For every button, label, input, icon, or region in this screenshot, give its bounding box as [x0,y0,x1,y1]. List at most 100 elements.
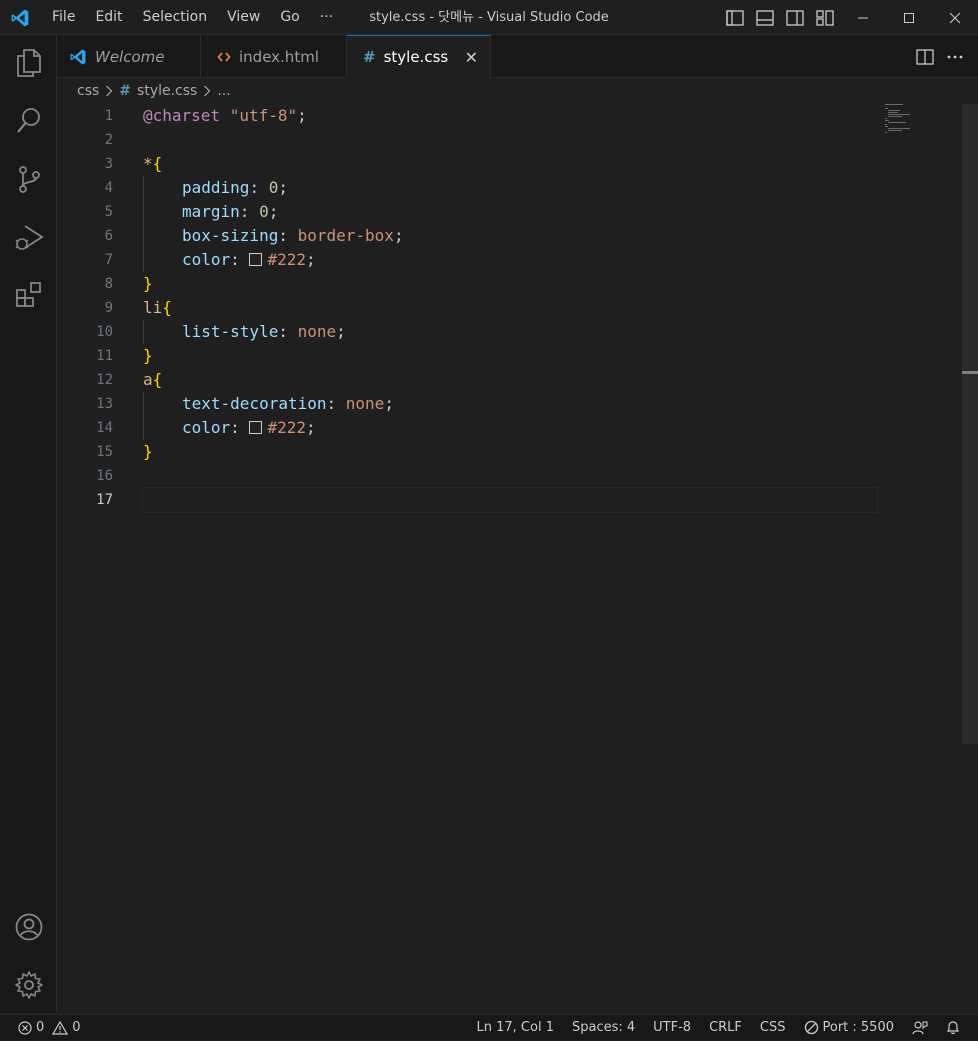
explorer-button[interactable] [0,39,57,87]
line-number: 14 [96,420,113,436]
extensions-button[interactable] [0,271,57,319]
code-line: } [143,346,153,365]
menu-file[interactable]: File [42,0,85,35]
line-number: 3 [104,156,113,172]
run-debug-button[interactable] [0,213,57,261]
account-icon [15,913,42,941]
feedback-icon [912,1021,928,1035]
close-window-button[interactable] [932,0,978,35]
line-number: 8 [104,276,113,292]
code-line: color: #222; [143,248,877,272]
bell-icon [946,1021,960,1035]
line-number: 10 [96,324,113,340]
source-control-button[interactable] [0,155,57,203]
vertical-scrollbar[interactable] [962,104,978,744]
vscode-logo-icon [11,9,29,27]
line-number: 17 [96,492,113,508]
layout-sidebar-right-icon [786,9,804,26]
scrollbar-cursor-marker [962,371,978,374]
code-line: } [143,274,153,293]
code-line: padding: 0; [143,176,877,200]
code-line: color: #222; [143,416,877,440]
toggle-secondary-sidebar-button[interactable] [780,0,810,35]
menu-edit[interactable]: Edit [85,0,132,35]
notifications-button[interactable] [937,1015,978,1041]
maximize-icon [904,12,914,23]
code-content[interactable]: @charset "utf-8"; *{ padding: 0; margin:… [142,104,878,513]
line-number: 12 [96,372,113,388]
minimize-icon [858,17,868,18]
activity-bar [0,35,57,1013]
encoding[interactable]: UTF-8 [644,1015,700,1041]
more-actions-icon[interactable] [946,49,964,65]
menu-more[interactable]: ··· [310,0,343,35]
code-line: text-decoration: none; [143,392,877,416]
warning-icon [52,1020,69,1035]
tab-index-html[interactable]: index.html [201,35,347,78]
tab-label: index.html [239,47,319,66]
error-count: 0 [36,1020,45,1035]
breadcrumb-file[interactable]: style.css [137,83,197,99]
line-number: 16 [96,468,113,484]
layout-customize-icon [816,9,834,26]
line-number: 11 [96,348,113,364]
gear-icon [14,971,43,999]
warning-count: 0 [72,1020,81,1035]
circle-slash-icon [804,1020,818,1035]
breadcrumb: css # style.css ... [57,78,978,104]
status-bar: 0 0 Ln 17, Col 1 Spaces: 4 UTF-8 CRLF CS… [0,1014,978,1040]
toggle-panel-button[interactable] [750,0,780,35]
line-number: 2 [104,132,113,148]
title-bar: File Edit Selection View Go ··· style.cs… [0,0,978,35]
breadcrumb-more[interactable]: ... [217,83,230,99]
title-controls [720,0,978,35]
minimize-button[interactable] [840,0,886,35]
menu-view[interactable]: View [217,0,270,35]
chevron-right-icon [204,85,211,97]
problems-status[interactable]: 0 0 [0,1015,90,1041]
maximize-button[interactable] [886,0,932,35]
cursor-position[interactable]: Ln 17, Col 1 [468,1015,563,1041]
layout-panel-icon [756,9,774,26]
menu-go[interactable]: Go [270,0,309,35]
split-editor-icon[interactable] [916,48,934,65]
customize-layout-button[interactable] [810,0,840,35]
close-tab-button[interactable]: ✕ [465,48,478,67]
live-server-status[interactable]: Port : 5500 [795,1015,904,1041]
line-number: 5 [104,204,113,220]
code-line: box-sizing: border-box; [143,224,877,248]
menu-bar: File Edit Selection View Go ··· [42,0,343,35]
toggle-primary-sidebar-button[interactable] [720,0,750,35]
line-number: 13 [96,396,113,412]
files-icon [16,49,41,77]
tab-welcome[interactable]: Welcome [57,35,201,78]
code-line: } [143,442,153,461]
minimap[interactable] [884,104,964,144]
accounts-button[interactable] [0,903,57,951]
editor-actions [916,35,964,78]
code-line: a{ [143,370,163,389]
language-mode[interactable]: CSS [751,1015,795,1041]
tab-style-css[interactable]: # style.css ✕ [347,35,491,78]
extensions-icon [15,282,41,307]
menu-selection[interactable]: Selection [133,0,218,35]
end-of-line[interactable]: CRLF [700,1015,751,1041]
manage-button[interactable] [0,961,57,1009]
code-line: @charset "utf-8"; [143,106,307,125]
hash-icon: # [363,48,376,66]
layout-sidebar-left-icon [726,9,744,26]
feedback-button[interactable] [903,1015,937,1041]
search-button[interactable] [0,97,57,145]
code-editor[interactable]: 1 2 3 4 5 6 7 8 9 10 11 12 13 14 15 16 17 @charset "utf-… [57,104,978,1014]
color-swatch[interactable] [249,253,263,266]
line-number: 7 [104,252,113,268]
breadcrumb-folder[interactable]: css [77,83,99,99]
port-label: Port : 5500 [822,1020,895,1035]
chevron-right-icon [106,85,113,97]
color-swatch[interactable] [249,421,263,434]
line-number: 4 [104,180,113,196]
indentation[interactable]: Spaces: 4 [563,1015,644,1041]
code-line: margin: 0; [143,200,877,224]
